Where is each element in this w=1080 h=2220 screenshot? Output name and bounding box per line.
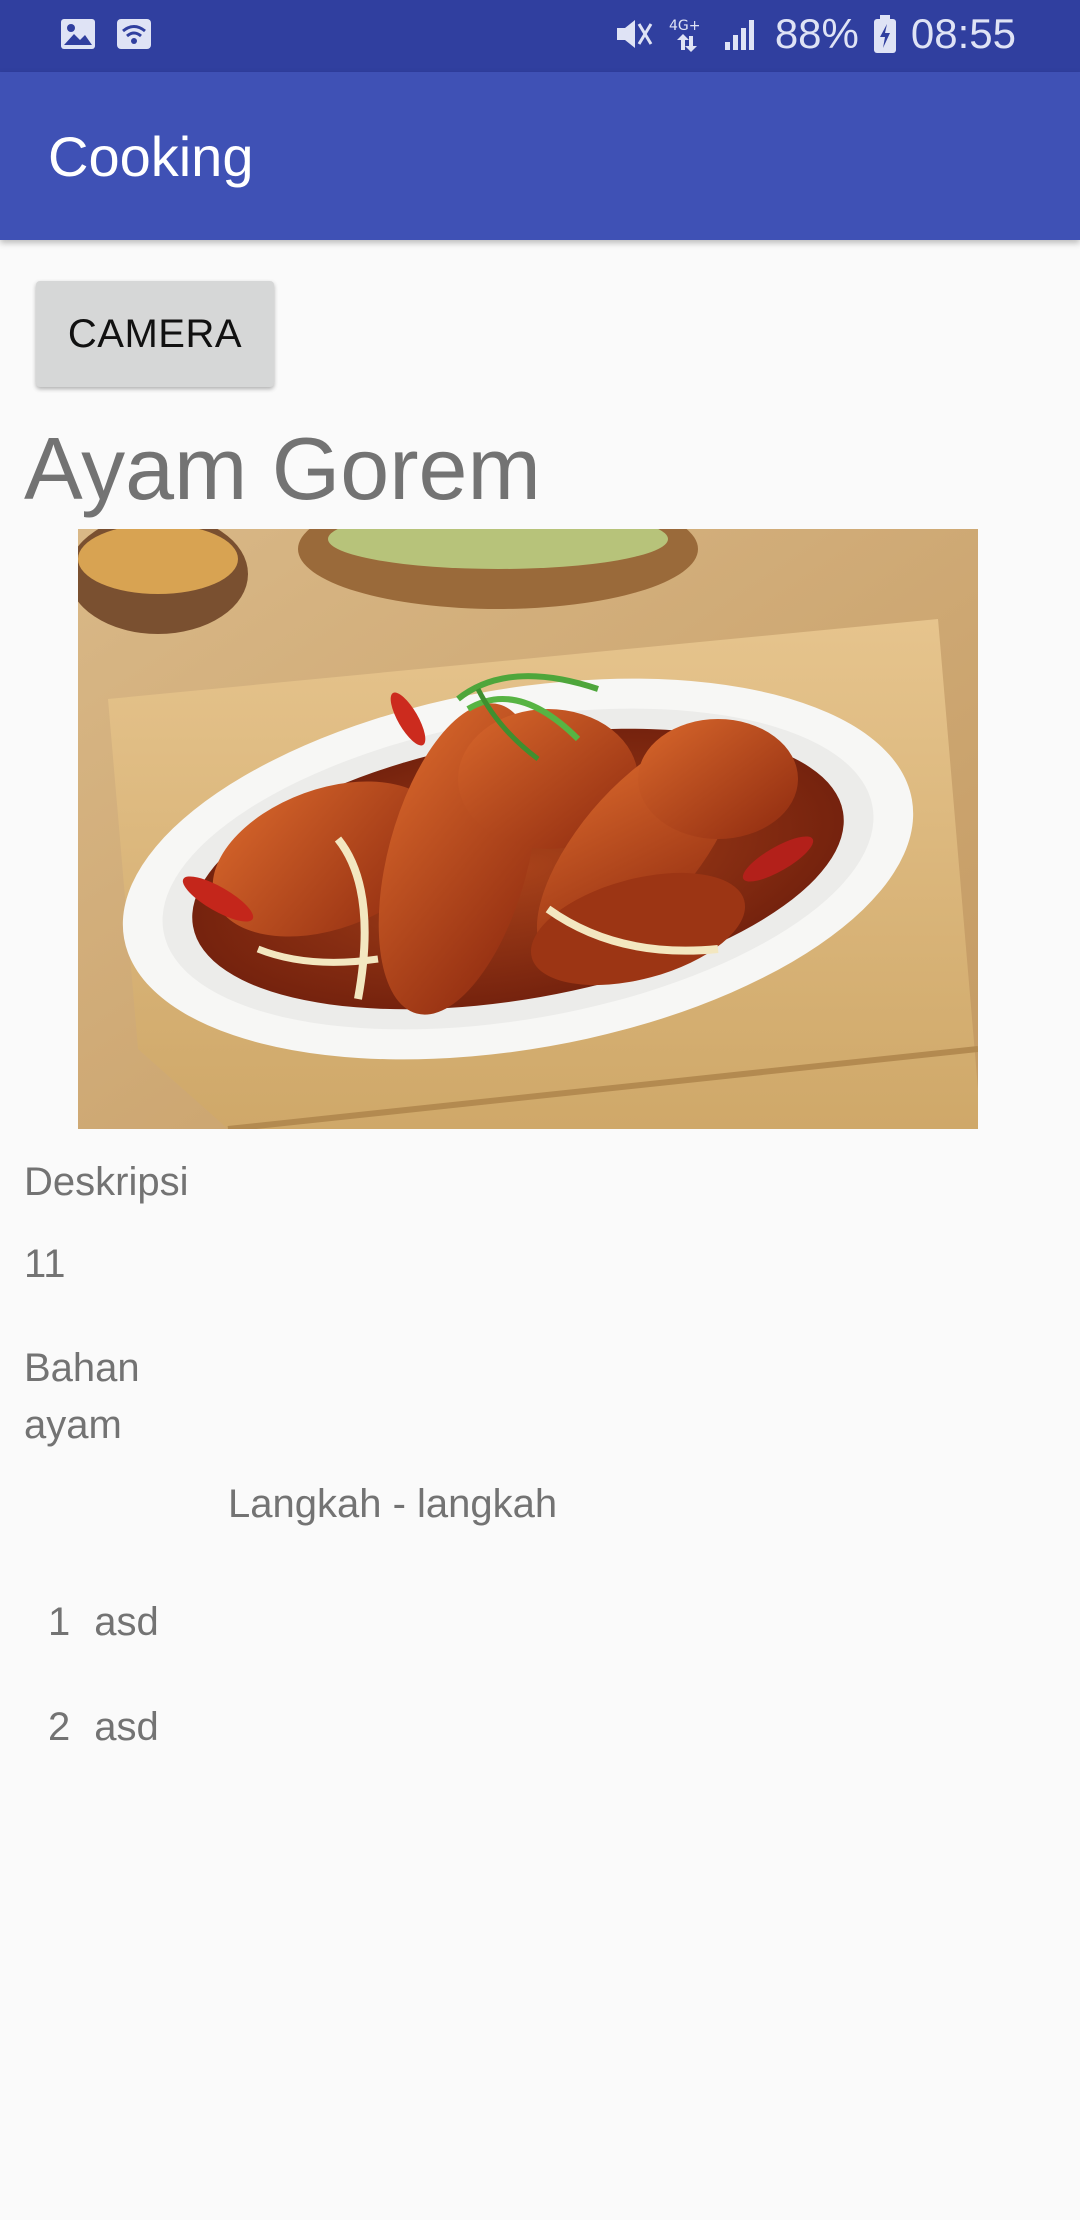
description-label: Deskripsi: [24, 1160, 189, 1204]
status-right-icons: 4G+ 88% 08:55: [613, 10, 1016, 58]
app-title: Cooking: [48, 125, 254, 188]
step-text: asd: [94, 1705, 159, 1749]
steps-header: Langkah - langkah: [228, 1482, 558, 1526]
status-left-icons: [60, 18, 152, 50]
image-icon: [60, 18, 96, 50]
mute-icon: [613, 14, 653, 54]
list-item: 2 asd: [48, 1705, 159, 1750]
step-number: 1: [48, 1600, 71, 1644]
list-item: 1 asd: [48, 1600, 159, 1645]
battery-charging-icon: [873, 14, 897, 54]
bahan-label: Bahan: [24, 1346, 140, 1390]
signal-icon: [721, 14, 761, 54]
app-bar: Cooking: [0, 72, 1080, 240]
bahan-value: ayam: [24, 1403, 122, 1447]
step-text: asd: [94, 1600, 159, 1644]
status-bar: 4G+ 88% 08:55: [0, 0, 1080, 72]
description-value: 11: [24, 1242, 66, 1286]
network-4g-icon: 4G+: [667, 14, 707, 54]
dish-image: [78, 529, 978, 1129]
step-number: 2: [48, 1705, 71, 1749]
camera-button[interactable]: CAMERA: [36, 281, 274, 387]
wifi-icon: [116, 18, 152, 50]
svg-text:4G+: 4G+: [669, 18, 701, 34]
recipe-title: Ayam Gorem: [24, 419, 541, 518]
clock: 08:55: [910, 10, 1016, 57]
battery-percentage: 88%: [774, 10, 859, 57]
